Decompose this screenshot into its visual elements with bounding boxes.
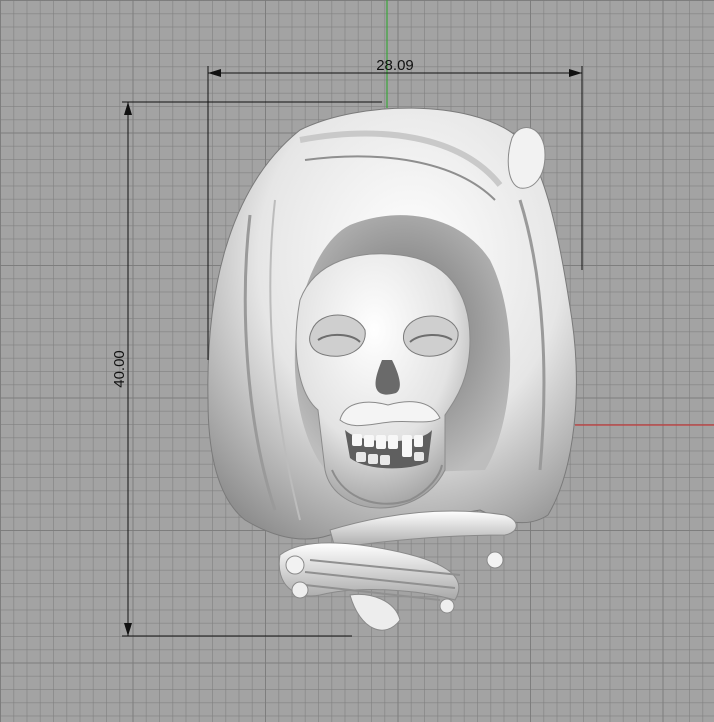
cad-viewport[interactable]: 28.09 40.00 bbox=[0, 0, 714, 722]
dim-width-arrow-left bbox=[208, 69, 221, 77]
dim-width-label: 28.09 bbox=[376, 57, 414, 74]
viewport-canvas[interactable]: 28.09 40.00 bbox=[0, 0, 714, 722]
dim-width-arrow-right bbox=[569, 69, 582, 77]
wrist-bone bbox=[349, 593, 401, 631]
right-eye-socket bbox=[403, 315, 459, 357]
skull-pendant-model[interactable] bbox=[207, 107, 577, 631]
moustache bbox=[339, 401, 441, 427]
dim-height-label: 40.00 bbox=[111, 350, 128, 388]
dim-height-arrow-bottom bbox=[124, 623, 132, 636]
dim-height-arrow-top bbox=[124, 102, 132, 115]
